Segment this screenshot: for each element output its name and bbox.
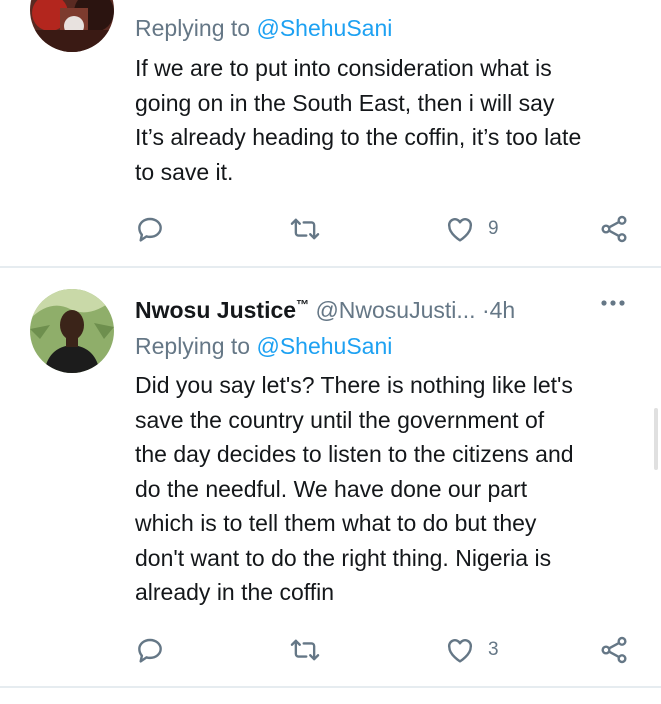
divider [0, 686, 661, 688]
share-icon [601, 215, 627, 243]
tweet-text-line: already in the coffin [135, 579, 335, 605]
tweet-header: Nwosu Justice™ @NwosuJusti... ·4h [135, 290, 635, 323]
user-handle[interactable]: @NwosuJusti... [315, 297, 475, 323]
more-button[interactable] [598, 288, 628, 326]
more-icon [601, 300, 625, 306]
reply-button[interactable] [134, 209, 166, 249]
tweet[interactable]: Nwosu Justice™ @NwosuJusti... ·4h Replyi… [0, 268, 661, 688]
like-icon [447, 218, 473, 242]
like-count: 3 [488, 639, 499, 660]
scrollbar[interactable] [654, 408, 658, 470]
retweet-icon [290, 218, 320, 240]
timestamp[interactable]: 4h [490, 297, 516, 323]
tweet-actions: 3 [0, 630, 661, 670]
like-button[interactable]: 9 [444, 209, 499, 249]
tweet-text-line: save the country until the government of [135, 406, 545, 433]
tweet-actions: 9 [0, 209, 661, 249]
reply-icon [138, 217, 162, 242]
avatar[interactable] [30, 289, 114, 373]
tweet-text-line: to save it. [135, 158, 234, 185]
retweet-button[interactable] [288, 209, 322, 249]
replying-to: Replying to @ShehuSani [135, 331, 392, 361]
tweet-text-line: going on in the South East, then i will … [135, 89, 555, 116]
mention-link[interactable]: @ShehuSani [256, 15, 392, 41]
replying-to: Replying to @ShehuSani [135, 13, 392, 43]
reply-button[interactable] [134, 630, 166, 670]
avatar[interactable] [30, 0, 114, 52]
share-button[interactable] [598, 630, 630, 670]
replying-prefix: Replying to [135, 15, 251, 41]
tweet[interactable]: Replying to @ShehuSani If we are to put … [0, 0, 661, 268]
tweet-text-line: which is to tell them what to do but the… [135, 510, 537, 536]
reply-icon [138, 638, 162, 663]
tweet-text: Did you say let's? There is nothing like… [135, 368, 645, 610]
retweet-icon [290, 639, 320, 661]
like-count: 9 [488, 218, 499, 239]
share-icon [601, 636, 627, 664]
tweet-text-line: If we are to put into consideration what… [135, 55, 552, 81]
replying-prefix: Replying to [135, 333, 251, 359]
tweet-text-line: the day decides to listen to the citizen… [135, 441, 574, 467]
like-icon [447, 639, 473, 663]
mention-link[interactable]: @ShehuSani [256, 333, 392, 359]
tweet-text-line: Did you say let's? There is nothing like… [135, 372, 573, 398]
like-button[interactable]: 3 [444, 630, 499, 670]
tweet-text: If we are to put into consideration what… [135, 51, 645, 189]
retweet-button[interactable] [288, 630, 322, 670]
tweet-text-line: It’s already heading to the coffin, it’s… [135, 124, 582, 150]
tweet-text-line: do the needful. We have done our part [135, 475, 528, 502]
tweet-text-line: don't want to do the right thing. Nigeri… [135, 544, 552, 571]
share-button[interactable] [598, 209, 630, 249]
separator-dot: · [481, 297, 490, 323]
display-name[interactable]: Nwosu Justice [135, 297, 296, 323]
trademark-mark: ™ [296, 297, 310, 312]
